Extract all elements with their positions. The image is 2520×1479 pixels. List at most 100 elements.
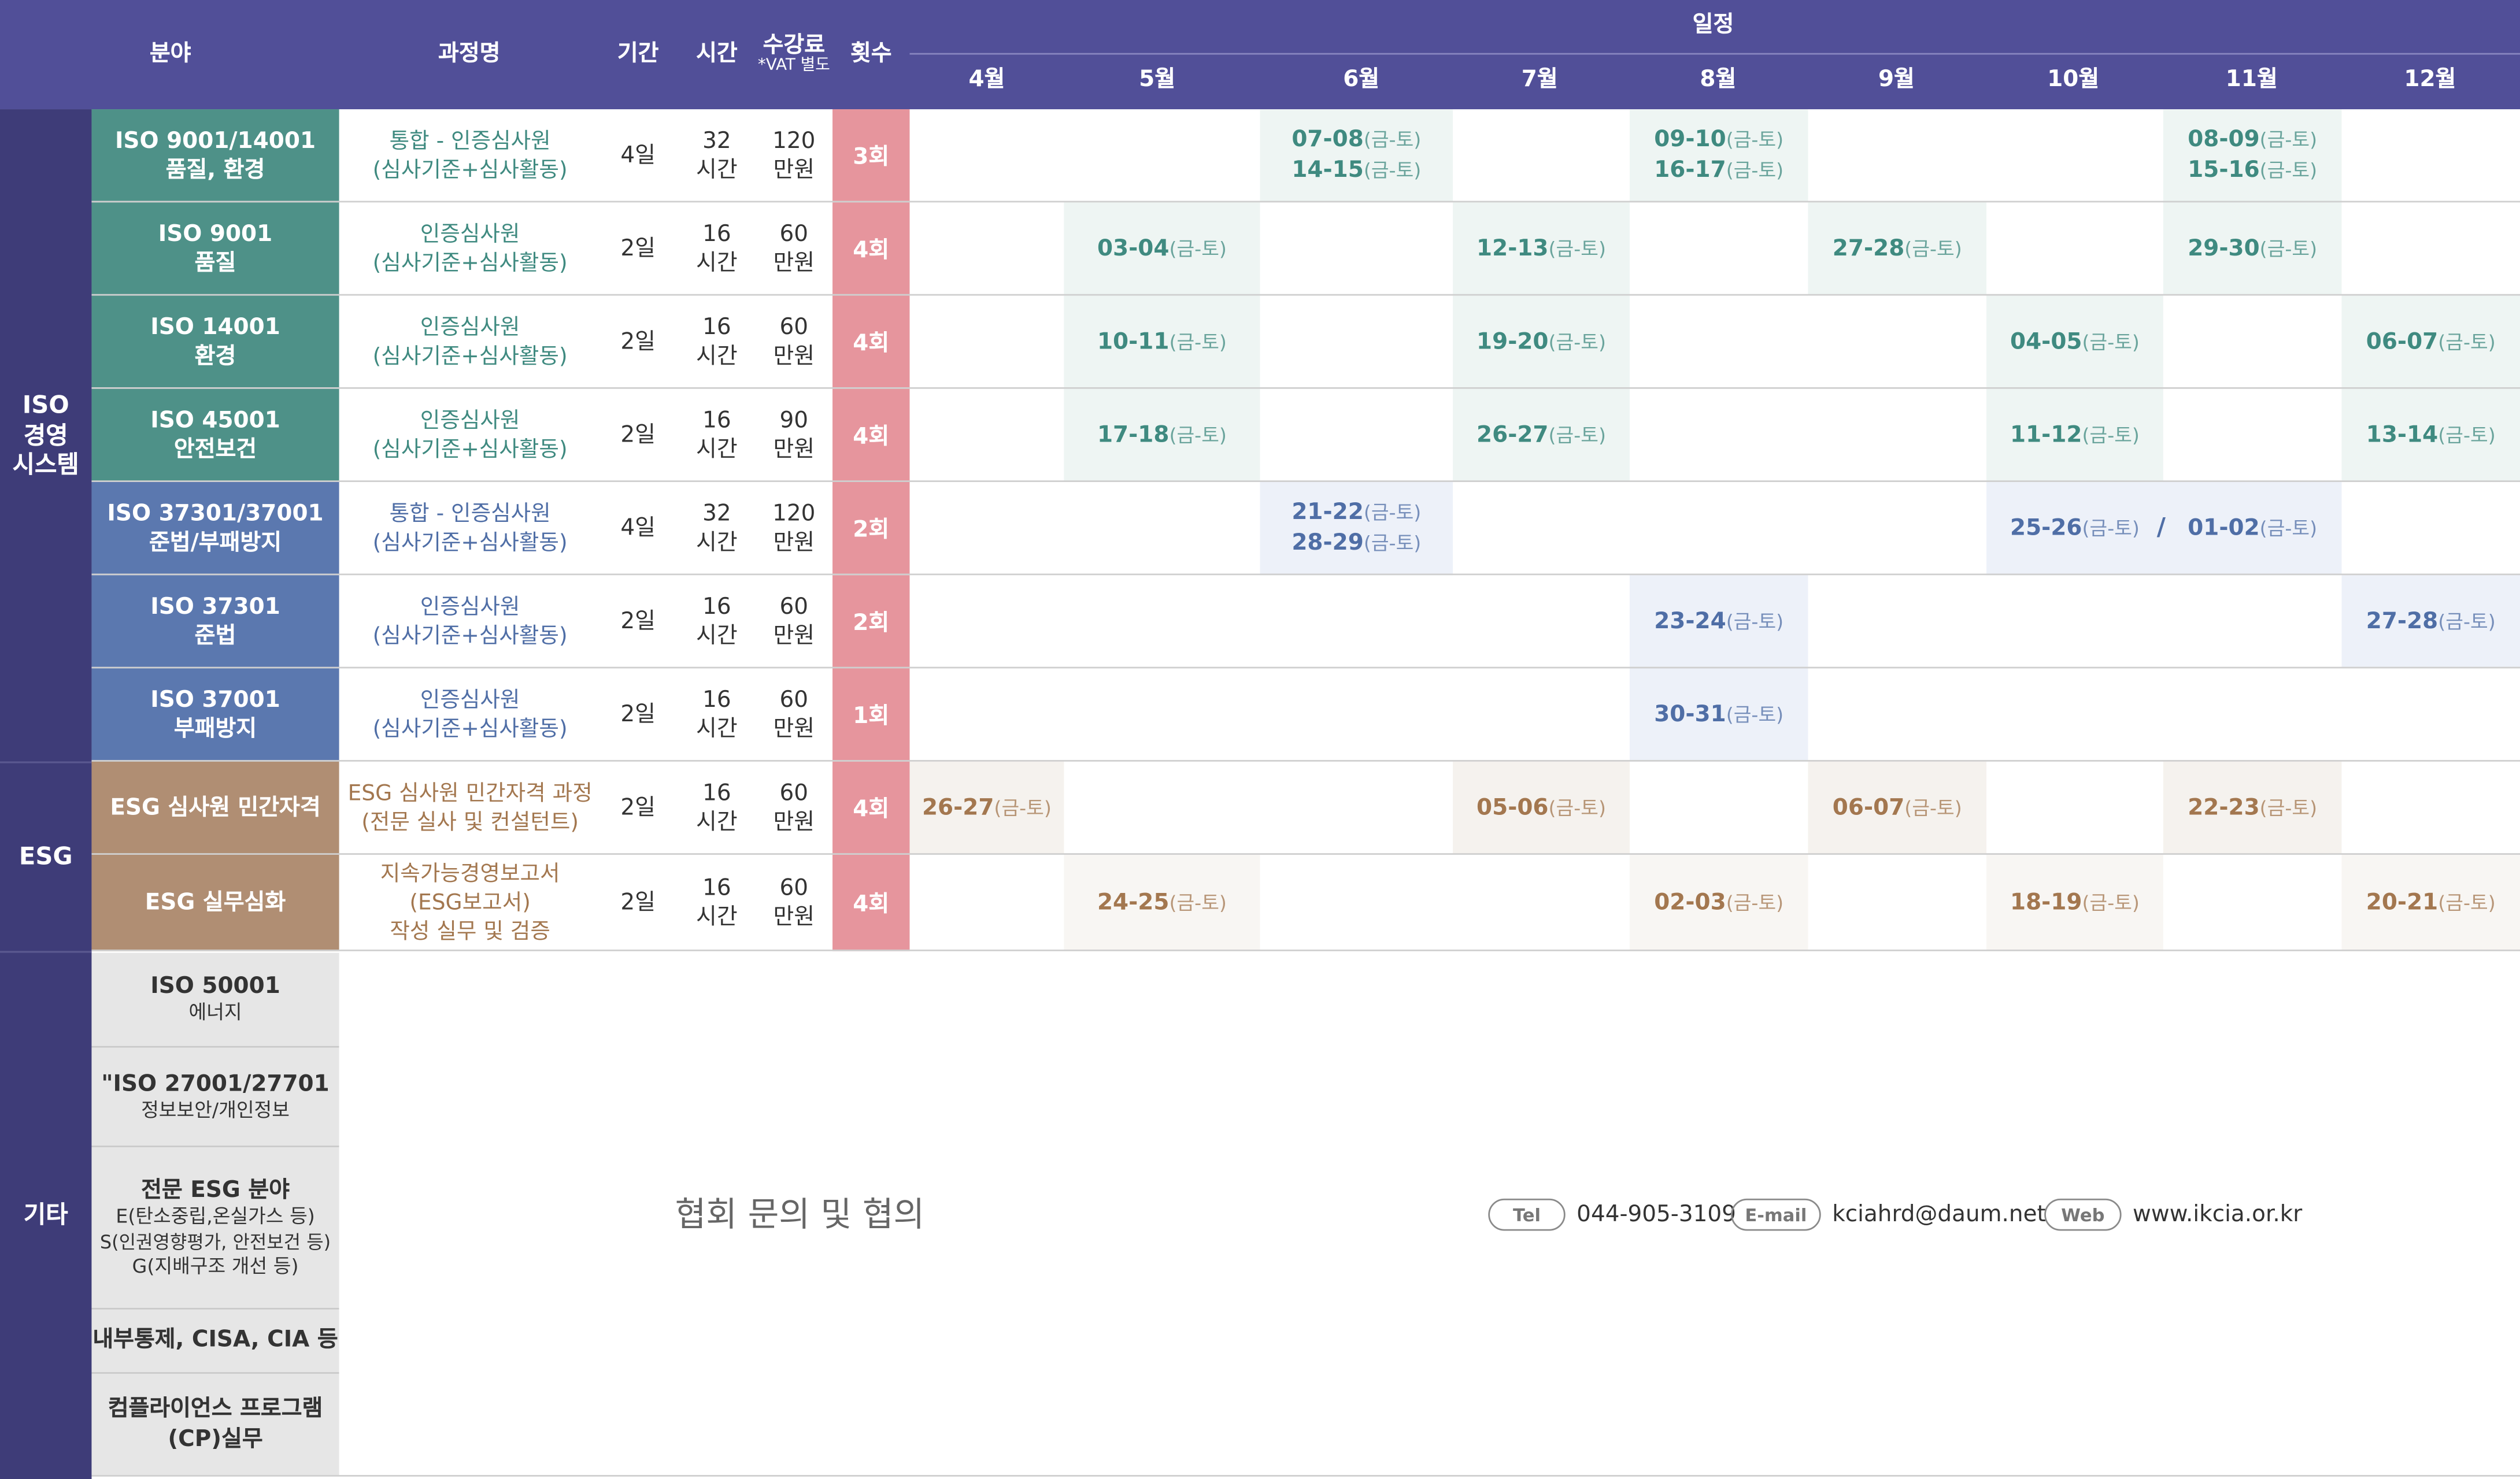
course-name: 인증심사원 <box>420 687 520 713</box>
schedule-cell: 29-30(금-토) <box>2163 202 2342 296</box>
month-oct: 10월 <box>2047 66 2100 93</box>
row-divider <box>91 480 2520 482</box>
schedule-date: 08-09(금-토) <box>2188 127 2318 153</box>
count-badge: 4회 <box>832 202 910 296</box>
fee-unit: 만원 <box>773 810 815 836</box>
course-name: 인증심사원 <box>420 594 520 620</box>
tel-number[interactable]: 044-905-3109 <box>1577 1199 1736 1231</box>
row-divider <box>91 1372 339 1374</box>
row-divider <box>91 1146 339 1147</box>
field-name: ESG 실무심화 <box>145 889 286 916</box>
fee-unit: 만원 <box>773 905 815 931</box>
course-cell: 인증심사원 (심사기준+심사활동) <box>339 296 601 389</box>
other-field: ISO 50001 에너지 <box>91 952 339 1046</box>
field-name: ESG 심사원 민간자격 <box>110 795 321 821</box>
schedule-date: 28-29(금-토) <box>1292 530 1422 556</box>
hours-unit: 시간 <box>696 623 738 650</box>
hours-value: 16 <box>702 687 731 713</box>
period-cell: 2일 <box>620 329 656 355</box>
fee-unit: 만원 <box>773 157 815 183</box>
course-cell: ESG 심사원 민간자격 과정 (전문 실사 및 컨설턴트) <box>339 762 601 855</box>
field-cell: ISO 45001 안전보건 <box>91 388 339 482</box>
category-esg: ESG <box>0 761 92 951</box>
other-field-desc: G(지배구조 개선 등) <box>132 1254 299 1277</box>
course-cell: 인증심사원 (심사기준+심사활동) <box>339 668 601 761</box>
period-cell: 2일 <box>620 795 656 821</box>
schedule-cell: 05-06(금-토) <box>1453 761 1630 855</box>
other-field-desc: S(인권영향평가, 안전보건 등) <box>99 1230 331 1253</box>
schedule-date: 24-25(금-토) <box>1097 889 1227 915</box>
other-field: 내부통제, CISA, CIA 등 <box>91 1309 339 1373</box>
schedule-date: 03-04(금-토) <box>1097 235 1227 261</box>
schedule-cell: 17-18(금-토) <box>1064 388 1260 482</box>
field-cell: ISO 37301 준법 <box>91 575 339 669</box>
fee-value: 60 <box>779 687 809 713</box>
fee-unit: 만원 <box>773 716 815 743</box>
course-detail: (심사기준+심사활동) <box>372 716 568 743</box>
schedule-cell: 26-27(금-토) <box>1453 388 1630 482</box>
field-desc: 품질 <box>194 250 236 277</box>
other-field-desc: 에너지 <box>188 1001 242 1024</box>
period-cell: 2일 <box>620 702 656 728</box>
count-badge: 4회 <box>832 295 910 389</box>
count-badge: 1회 <box>832 668 910 762</box>
fee-value: 60 <box>779 594 809 620</box>
fee-cell: 120 만원 <box>756 482 832 575</box>
fee-cell: 120 만원 <box>756 109 832 202</box>
row-divider <box>91 949 2520 951</box>
other-field-name: 전문 ESG 분야 <box>141 1177 290 1203</box>
schedule-cell: 09-10(금-토) 16-17(금-토) <box>1629 109 1808 203</box>
field-desc: 안전보건 <box>173 437 257 463</box>
schedule-date: 06-07(금-토) <box>1832 794 1962 821</box>
field-cell: ISO 14001 환경 <box>91 295 339 389</box>
hours-cell: 32 시간 <box>678 109 755 202</box>
fee-value: 60 <box>779 875 809 902</box>
fee-cell: 60 만원 <box>756 296 832 389</box>
other-field-name: ISO 50001 <box>150 973 280 1000</box>
fee-cell: 90 만원 <box>756 389 832 482</box>
schedule-date: 29-30(금-토) <box>2188 235 2318 261</box>
row-divider <box>91 573 2520 576</box>
other-field: 컴플라이언스 프로그램 (CP)실무 <box>91 1373 339 1476</box>
schedule-cell: 07-08(금-토) 14-15(금-토) <box>1260 109 1453 203</box>
other-field-name: "ISO 27001/27701 <box>101 1071 330 1097</box>
hours-cell: 16 시간 <box>678 296 755 389</box>
field-cell: ISO 9001/14001 품질, 환경 <box>91 109 339 203</box>
header-period: 기간 <box>617 41 659 67</box>
month-jul: 7월 <box>1521 66 1558 93</box>
row-divider <box>91 1046 339 1048</box>
field-name: ISO 9001/14001 <box>114 128 316 154</box>
schedule-cell: 06-07(금-토) <box>1808 761 1987 855</box>
schedule-cell: 22-23(금-토) <box>2163 761 2342 855</box>
field-desc: 환경 <box>194 343 236 370</box>
schedule-date: 26-27(금-토) <box>1477 421 1607 448</box>
schedule-date: 18-19(금-토) <box>2010 889 2140 915</box>
schedule-date: 26-27(금-토) <box>922 794 1052 821</box>
course-detail: (심사기준+심사활동) <box>372 157 568 183</box>
fee-cell: 60 만원 <box>756 202 832 295</box>
schedule-cell: 26-27(금-토) <box>909 761 1064 855</box>
course-name: 인증심사원 <box>420 407 520 433</box>
schedule-date: 15-16(금-토) <box>2188 157 2318 183</box>
schedule-date: 20-21(금-토) <box>2366 889 2496 915</box>
field-cell: ESG 실무심화 <box>91 854 339 951</box>
course-name: 통합 - 인증심사원 <box>389 501 551 527</box>
tel-label: Tel <box>1488 1198 1566 1231</box>
schedule-date: 14-15(금-토) <box>1292 157 1422 183</box>
email-address[interactable]: kciahrd@daum.net <box>1832 1199 2046 1231</box>
count-badge: 2회 <box>832 482 910 576</box>
fee-value: 60 <box>779 221 809 247</box>
schedule-cell: 03-04(금-토) <box>1064 202 1260 296</box>
schedule-date: 12-13(금-토) <box>1477 235 1607 261</box>
hours-unit: 시간 <box>696 157 738 183</box>
hours-cell: 16 시간 <box>678 575 755 668</box>
month-sep: 9월 <box>1878 66 1915 93</box>
category-divider <box>0 761 92 763</box>
header-field: 분야 <box>149 41 191 67</box>
course-cell: 인증심사원 (심사기준+심사활동) <box>339 389 601 482</box>
web-label: Web <box>2044 1198 2122 1231</box>
period-cell: 4일 <box>620 516 656 542</box>
fee-unit: 만원 <box>773 623 815 650</box>
count-badge: 3회 <box>832 109 910 203</box>
web-address[interactable]: www.ikcia.or.kr <box>2133 1199 2302 1231</box>
